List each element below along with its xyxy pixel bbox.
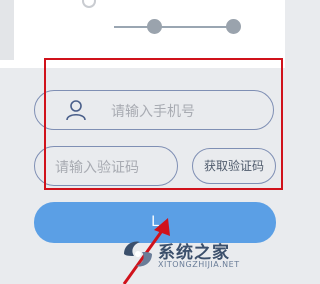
top-strip <box>0 0 285 68</box>
step-dot-1 <box>147 19 162 34</box>
step-track <box>114 26 238 28</box>
get-code-button[interactable]: 获取验证码 <box>192 148 276 184</box>
phone-input[interactable]: 请输入手机号 <box>34 90 274 130</box>
login-button[interactable]: L <box>34 202 276 243</box>
phone-placeholder: 请输入手机号 <box>111 104 195 120</box>
step-dot-2 <box>226 19 241 34</box>
verification-code-input[interactable]: 请输入验证码 <box>34 146 178 186</box>
user-icon <box>66 100 86 121</box>
code-placeholder: 请输入验证码 <box>55 160 139 176</box>
side-panel <box>0 0 14 60</box>
